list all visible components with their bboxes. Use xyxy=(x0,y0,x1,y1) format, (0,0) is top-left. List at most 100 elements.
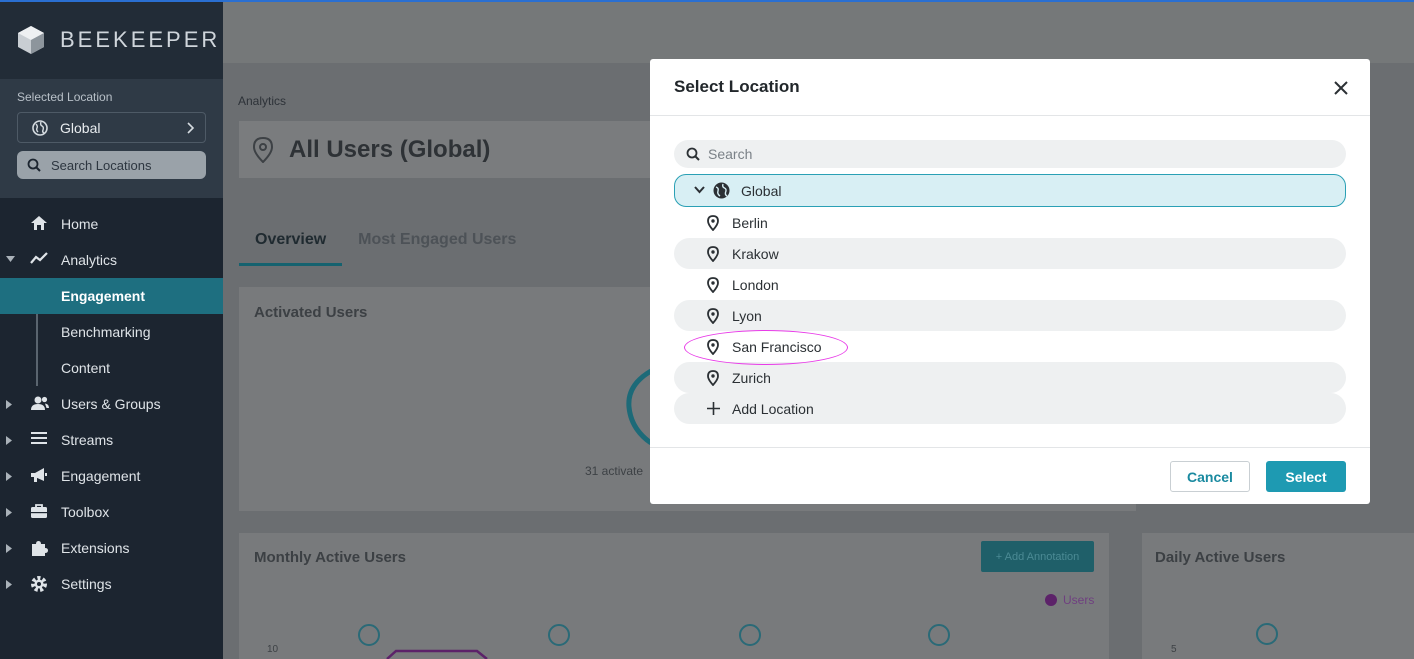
sidebar-item-engagement[interactable]: Engagement xyxy=(0,458,223,494)
sidebar-item-toolbox[interactable]: Toolbox xyxy=(0,494,223,530)
sidebar-subitem-engagement[interactable]: Engagement xyxy=(0,278,223,314)
add-location-label: Add Location xyxy=(732,400,814,417)
tree-item-label: San Francisco xyxy=(732,338,822,355)
sidebar-subitem-label: Engagement xyxy=(61,288,146,304)
sidebar-subitem-label: Content xyxy=(61,360,111,376)
sidebar-item-label: Streams xyxy=(61,432,114,448)
tree-item-zurich[interactable]: Zurich xyxy=(674,362,1346,393)
sidebar-subitem-benchmarking[interactable]: Benchmarking xyxy=(0,314,223,350)
users-icon xyxy=(31,396,49,410)
caret-right-icon xyxy=(6,544,12,553)
location-pin-icon xyxy=(707,215,719,231)
tree-item-global[interactable]: Global xyxy=(674,174,1346,207)
dialog-footer: Cancel Select xyxy=(650,448,1370,504)
location-pin-icon xyxy=(707,308,719,324)
gear-icon xyxy=(31,576,47,592)
location-search-field[interactable] xyxy=(674,140,1346,168)
megaphone-icon xyxy=(31,468,47,482)
window-top-accent xyxy=(0,0,1414,2)
breadcrumb[interactable]: Analytics xyxy=(238,94,286,108)
search-icon xyxy=(27,158,41,172)
menu-lines-icon xyxy=(31,432,47,444)
donut-chart-fragment xyxy=(626,368,653,446)
tab-bar: Overview Most Engaged Users xyxy=(239,226,532,266)
tree-item-label: Global xyxy=(741,182,782,199)
location-tree: Global Berlin Krakow London Lyon San Fra… xyxy=(674,174,1346,424)
tree-item-label: Lyon xyxy=(732,307,762,324)
toolbox-icon xyxy=(31,504,47,518)
page-title: All Users (Global) xyxy=(289,135,491,163)
close-icon[interactable] xyxy=(1334,81,1348,95)
add-location-button[interactable]: Add Location xyxy=(674,393,1346,424)
caret-right-icon xyxy=(6,436,12,445)
search-locations-field[interactable]: Search Locations xyxy=(17,151,206,179)
sidebar-item-settings[interactable]: Settings xyxy=(0,566,223,602)
sidebar-item-label: Users & Groups xyxy=(61,396,161,412)
caret-right-icon xyxy=(6,580,12,589)
sidebar-item-label: Engagement xyxy=(61,468,141,484)
sidebar: BEEKEEPER Selected Location Global Searc… xyxy=(0,0,223,659)
legend-dot xyxy=(1045,594,1057,606)
analytics-submenu: Engagement Benchmarking Content xyxy=(0,278,223,386)
dialog-title: Select Location xyxy=(674,77,800,96)
location-pin-icon xyxy=(707,370,719,386)
tree-item-london[interactable]: London xyxy=(674,269,1346,300)
globe-icon xyxy=(713,182,730,199)
selected-location-value: Global xyxy=(60,119,101,136)
sidebar-nav: Home Analytics Engagement Benchmarking C… xyxy=(0,198,223,602)
tree-item-krakow[interactable]: Krakow xyxy=(674,238,1346,269)
sidebar-item-label: Toolbox xyxy=(61,504,110,520)
sidebar-item-label: Analytics xyxy=(61,252,118,268)
daily-chart-point-marker xyxy=(1256,623,1278,645)
caret-right-icon xyxy=(6,472,12,481)
line-chart-fragment xyxy=(358,624,950,659)
location-panel: Selected Location Global Search Location… xyxy=(0,79,223,198)
legend-label: Users xyxy=(1063,593,1095,607)
dialog-body: Global Berlin Krakow London Lyon San Fra… xyxy=(650,116,1370,448)
location-pin-icon xyxy=(707,277,719,293)
y-axis-tick: 10 xyxy=(267,644,279,655)
tab-most-engaged-users[interactable]: Most Engaged Users xyxy=(342,226,532,266)
add-annotation-button[interactable]: + Add Annotation xyxy=(981,541,1094,572)
sidebar-item-streams[interactable]: Streams xyxy=(0,422,223,458)
brand-header: BEEKEEPER xyxy=(0,0,223,79)
caret-right-icon xyxy=(6,508,12,517)
sidebar-item-label: Extensions xyxy=(61,540,130,556)
activated-users-caption: 31 activate xyxy=(585,464,644,478)
caret-down-icon xyxy=(6,256,15,262)
sidebar-item-label: Home xyxy=(61,216,99,232)
beekeeper-logo-icon xyxy=(18,25,44,54)
tree-item-san-francisco[interactable]: San Francisco xyxy=(674,331,1346,362)
cancel-button[interactable]: Cancel xyxy=(1170,461,1250,492)
globe-icon xyxy=(32,119,48,136)
tab-overview[interactable]: Overview xyxy=(239,226,343,266)
tree-item-lyon[interactable]: Lyon xyxy=(674,300,1346,331)
tree-item-berlin[interactable]: Berlin xyxy=(674,207,1346,238)
location-pin-icon xyxy=(707,339,719,355)
y-axis-tick: 5 xyxy=(1171,644,1177,655)
sidebar-subitem-label: Benchmarking xyxy=(61,324,151,340)
dialog-header: Select Location xyxy=(650,59,1370,116)
sidebar-item-analytics[interactable]: Analytics xyxy=(0,242,223,278)
location-search-input[interactable] xyxy=(708,146,1308,162)
sidebar-item-label: Settings xyxy=(61,576,112,592)
sidebar-item-extensions[interactable]: Extensions xyxy=(0,530,223,566)
tree-item-label: Zurich xyxy=(732,369,771,386)
location-pin-icon xyxy=(253,136,273,163)
sidebar-item-home[interactable]: Home xyxy=(0,206,223,242)
selected-location-selector[interactable]: Global xyxy=(17,112,206,143)
sidebar-subitem-content[interactable]: Content xyxy=(0,350,223,386)
page-header: All Users (Global) xyxy=(239,121,709,178)
select-button[interactable]: Select xyxy=(1266,461,1346,492)
tree-item-label: London xyxy=(732,276,779,293)
card-title: Monthly Active Users xyxy=(254,549,406,566)
chevron-down-icon[interactable] xyxy=(694,186,705,194)
location-pin-icon xyxy=(707,246,719,262)
home-icon xyxy=(31,216,47,230)
sidebar-item-users-groups[interactable]: Users & Groups xyxy=(0,386,223,422)
tree-item-label: Krakow xyxy=(732,245,779,262)
caret-right-icon xyxy=(6,400,12,409)
search-icon xyxy=(686,147,700,161)
puzzle-icon xyxy=(32,541,48,556)
brand-name: BEEKEEPER xyxy=(60,26,221,52)
